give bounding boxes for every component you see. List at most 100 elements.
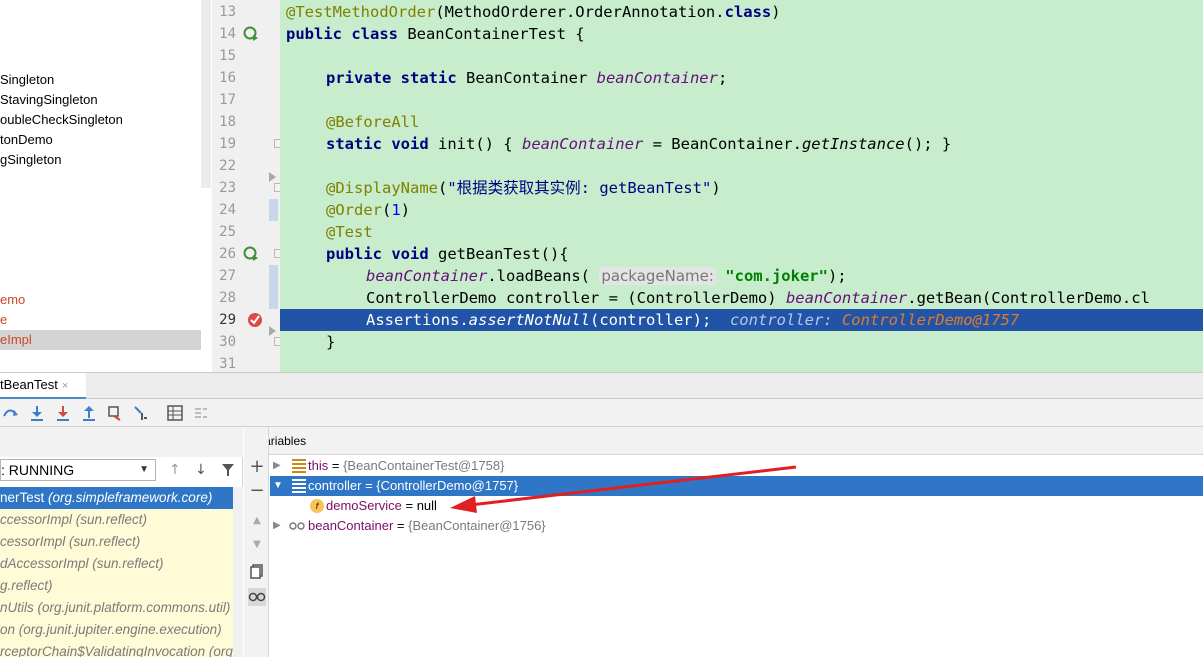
tree-item[interactable]: StavingSingleton bbox=[0, 90, 98, 110]
show-execution-point-icon[interactable] bbox=[2, 404, 20, 422]
tree-scrollbar[interactable] bbox=[201, 0, 211, 188]
collapse-icon[interactable]: ▼ bbox=[273, 476, 283, 496]
project-tree: Singleton StavingSingleton oubleCheckSin… bbox=[0, 0, 212, 372]
editor-gutter: 13 14 15 16 17 18 19 22 23 24 25 26 27 2… bbox=[212, 0, 283, 372]
code-line-23: @DisplayName("根据类获取其实例: getBeanTest") bbox=[326, 179, 721, 197]
line-number: 17 bbox=[219, 92, 236, 108]
step-over-icon[interactable] bbox=[28, 404, 46, 422]
trace-icon[interactable] bbox=[192, 404, 210, 422]
line-number: 26 bbox=[219, 246, 236, 262]
stack-frame[interactable]: dAccessorImpl (sun.reflect) bbox=[0, 553, 233, 575]
line-number: 30 bbox=[219, 334, 236, 350]
code-editor[interactable]: @TestMethodOrder(MethodOrderer.OrderAnno… bbox=[280, 0, 1203, 372]
debug-toolbar bbox=[0, 399, 1203, 427]
tree-item[interactable]: tonDemo bbox=[0, 130, 53, 150]
code-line-30: } bbox=[326, 333, 336, 351]
evaluate-expression-icon[interactable] bbox=[166, 404, 184, 422]
line-number: 29 bbox=[219, 312, 236, 328]
code-line-28: ControllerDemo controller = (ControllerD… bbox=[366, 289, 1150, 307]
expand-icon[interactable]: ▶ bbox=[273, 516, 283, 536]
run-test-icon[interactable] bbox=[243, 26, 259, 42]
chevron-down-icon: ▼ bbox=[139, 464, 149, 475]
inline-debug-name: controller: bbox=[729, 311, 842, 329]
step-into-icon[interactable] bbox=[54, 404, 72, 422]
change-marker bbox=[269, 287, 278, 309]
line-number: 22 bbox=[219, 158, 236, 174]
stack-frame[interactable]: cessorImpl (sun.reflect) bbox=[0, 531, 233, 553]
code-line-29: Assertions.assertNotNull(controller); co… bbox=[366, 311, 1020, 329]
copy-icon[interactable] bbox=[248, 562, 266, 580]
frames-list: nerTest (org.simpleframework.core) ccess… bbox=[0, 487, 243, 657]
tree-item-selected[interactable]: eImpl bbox=[0, 330, 201, 350]
drop-frame-icon[interactable] bbox=[106, 404, 124, 422]
change-marker bbox=[269, 199, 278, 221]
debug-session-tab[interactable]: tBeanTest × bbox=[0, 373, 86, 400]
tree-item[interactable]: emo bbox=[0, 290, 25, 310]
stack-frame[interactable]: rceptorChain$ValidatingInvocation (org. bbox=[0, 641, 233, 657]
line-number: 18 bbox=[219, 114, 236, 130]
line-number: 14 bbox=[219, 26, 236, 42]
watch-icon bbox=[289, 522, 305, 530]
variable-row[interactable]: ▶ this = {BeanContainerTest@1758} bbox=[270, 456, 1203, 476]
tree-item[interactable]: e bbox=[0, 310, 7, 330]
tree-item[interactable]: gSingleton bbox=[0, 150, 61, 170]
code-line-16: private static BeanContainer beanContain… bbox=[326, 69, 728, 87]
code-line-26: public void getBeanTest(){ bbox=[326, 245, 569, 263]
frames-scrollbar[interactable] bbox=[233, 487, 243, 657]
code-line-19: static void init() { beanContainer = Bea… bbox=[326, 135, 952, 153]
tree-item[interactable]: Singleton bbox=[0, 70, 54, 90]
line-number: 15 bbox=[219, 48, 236, 64]
variables-side-toolbar: + − ▲ ▼ bbox=[244, 427, 269, 657]
code-line-18: @BeforeAll bbox=[326, 113, 420, 131]
arrow-down-icon[interactable]: ↓ bbox=[195, 462, 207, 478]
variable-row-selected[interactable]: ▼ controller = {ControllerDemo@1757} bbox=[270, 476, 1203, 496]
frames-panel: : RUNNING ▼ ↑ ↓ nerTest (org.simpleframew… bbox=[0, 427, 243, 657]
debug-tab-bar: tBeanTest × bbox=[0, 372, 1203, 400]
breakpoint-icon[interactable] bbox=[247, 312, 263, 328]
code-line-24: @Order(1) bbox=[326, 201, 411, 219]
inline-debug-value: ControllerDemo@1757 bbox=[841, 311, 1020, 329]
code-line-27: beanContainer.loadBeans( packageName: "c… bbox=[366, 267, 847, 285]
stack-frame[interactable]: nUtils (org.junit.platform.commons.util) bbox=[0, 597, 233, 619]
thread-dropdown[interactable]: : RUNNING ▼ bbox=[0, 459, 156, 481]
line-number: 28 bbox=[219, 290, 236, 306]
stack-frame[interactable]: ccessorImpl (sun.reflect) bbox=[0, 509, 233, 531]
line-number: 25 bbox=[219, 224, 236, 240]
change-marker bbox=[269, 265, 278, 287]
add-watch-icon[interactable]: + bbox=[248, 458, 266, 476]
line-number: 24 bbox=[219, 202, 236, 218]
code-line-25: @Test bbox=[326, 223, 373, 241]
stack-frame[interactable]: g.reflect) bbox=[0, 575, 233, 597]
variables-tree: ▶ this = {BeanContainerTest@1758} ▼ cont… bbox=[270, 456, 1203, 657]
frames-header bbox=[0, 427, 243, 457]
line-number: 13 bbox=[219, 4, 236, 20]
line-number: 19 bbox=[219, 136, 236, 152]
move-down-icon[interactable]: ▼ bbox=[248, 536, 266, 554]
watches-icon[interactable] bbox=[248, 588, 266, 606]
filter-icon[interactable] bbox=[221, 463, 235, 477]
fold-arrow-icon[interactable] bbox=[269, 172, 276, 182]
stack-frame[interactable]: nerTest (org.simpleframework.core) bbox=[0, 487, 233, 509]
fold-arrow-icon[interactable] bbox=[269, 326, 276, 336]
variable-row[interactable]: f demoService = null bbox=[270, 496, 1203, 516]
expand-icon[interactable]: ▶ bbox=[273, 456, 283, 476]
object-icon bbox=[292, 459, 306, 473]
step-out-icon[interactable] bbox=[80, 404, 98, 422]
object-icon bbox=[292, 479, 306, 493]
move-up-icon[interactable]: ▲ bbox=[248, 512, 266, 530]
line-number: 16 bbox=[219, 70, 236, 86]
code-line-13: @TestMethodOrder(MethodOrderer.OrderAnno… bbox=[286, 3, 781, 21]
variables-header: Variables bbox=[244, 427, 1203, 455]
code-line-14: public class BeanContainerTest { bbox=[286, 25, 585, 43]
run-test-icon[interactable] bbox=[243, 246, 259, 262]
tree-item[interactable]: oubleCheckSingleton bbox=[0, 110, 123, 130]
arrow-up-icon[interactable]: ↑ bbox=[169, 462, 181, 478]
remove-watch-icon[interactable]: − bbox=[248, 482, 266, 500]
stack-frame[interactable]: on (org.junit.jupiter.engine.execution) bbox=[0, 619, 233, 641]
parameter-hint: packageName: bbox=[599, 267, 716, 285]
run-to-cursor-icon[interactable] bbox=[132, 404, 150, 422]
line-number: 23 bbox=[219, 180, 236, 196]
variable-row[interactable]: ▶ beanContainer = {BeanContainer@1756} bbox=[270, 516, 1203, 536]
field-icon: f bbox=[310, 499, 324, 513]
close-icon[interactable]: × bbox=[62, 380, 68, 392]
